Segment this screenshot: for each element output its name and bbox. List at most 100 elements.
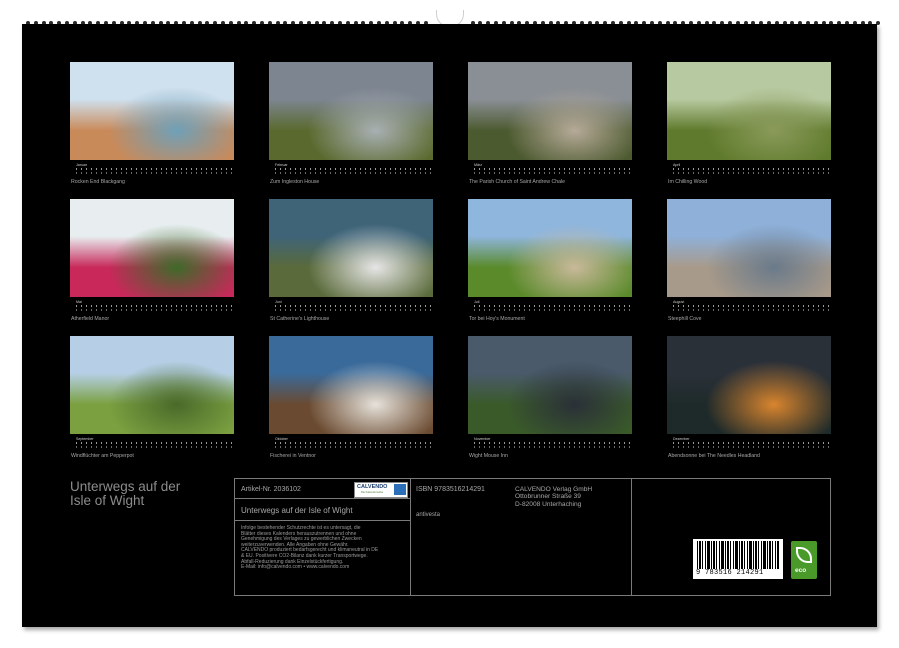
- day-number-row: [275, 309, 431, 311]
- weekday-row: [275, 442, 431, 444]
- month-tile: Februar Zum Ingleston House: [269, 62, 433, 185]
- month-caption: Tor bei Hoy's Monument: [468, 316, 632, 322]
- month-name: April: [673, 163, 680, 167]
- month-photo: [70, 62, 234, 160]
- day-number-row: [275, 172, 431, 174]
- weekday-row: [76, 442, 232, 444]
- eco-label: eco: [795, 567, 806, 574]
- divider: [235, 498, 410, 499]
- weekday-row: [76, 168, 232, 170]
- weekday-row: [275, 305, 431, 307]
- product-info-box: Artikel-Nr. 2036102 CALVENDO Die Kalende…: [234, 478, 831, 596]
- product-title: Unterwegs auf der Isle of Wight: [241, 506, 353, 515]
- isbn-barcode: 9 783516 214291: [693, 539, 783, 579]
- month-tile: Oktober Fischerei in Ventnor: [269, 336, 433, 459]
- month-tile: Dezember Abendsonne bei The Needles Headl…: [667, 336, 831, 459]
- calendar-title-line1: Unterwegs auf der: [70, 480, 220, 494]
- month-caption: Atherfield Manor: [70, 316, 234, 322]
- calvendo-logo: CALVENDO Die Kalendermarke: [354, 482, 408, 498]
- month-calendar-strip: Februar: [269, 163, 433, 177]
- day-number-row: [76, 446, 232, 448]
- author-name: antivesta: [416, 512, 440, 518]
- calendar-title: Unterwegs auf der Isle of Wight: [70, 480, 220, 508]
- month-calendar-strip: Juli: [468, 300, 632, 314]
- month-caption: Rocken End Blackgang: [70, 179, 234, 185]
- legal-text: Infolge bestehender Schutzrechte ist es …: [241, 526, 378, 571]
- month-calendar-strip: April: [667, 163, 831, 177]
- calendar-back-page: Januar Rocken End Blackgang Februar Zum Ing…: [22, 24, 877, 627]
- month-name: September: [76, 437, 94, 441]
- month-calendar-strip: Juni: [269, 300, 433, 314]
- month-caption: Fischerei in Ventnor: [269, 453, 433, 459]
- month-name: Mai: [76, 300, 82, 304]
- month-caption: The Parish Church of Saint Andrew Chale: [468, 179, 632, 185]
- barcode-icon: [697, 541, 779, 569]
- month-name: Juni: [275, 300, 282, 304]
- article-number: Artikel-Nr. 2036102: [241, 486, 301, 493]
- month-caption: Zum Ingleston House: [269, 179, 433, 185]
- eco-badge: eco: [791, 541, 817, 579]
- day-number-row: [673, 309, 829, 311]
- month-caption: Abendsonne bei The Needles Headland: [667, 453, 831, 459]
- weekday-row: [673, 305, 829, 307]
- month-tile: November Wight Mouse Inn: [468, 336, 632, 459]
- month-calendar-strip: August: [667, 300, 831, 314]
- divider: [410, 479, 411, 595]
- month-photo: [667, 199, 831, 297]
- month-calendar-strip: Oktober: [269, 437, 433, 451]
- month-tile: Mai Atherfield Manor: [70, 199, 234, 322]
- weekday-row: [474, 168, 630, 170]
- month-caption: Im Chilling Wood: [667, 179, 831, 185]
- day-number-row: [76, 172, 232, 174]
- month-calendar-strip: Januar: [70, 163, 234, 177]
- weekday-row: [673, 442, 829, 444]
- month-photo: [468, 62, 632, 160]
- month-photo: [269, 62, 433, 160]
- leaf-icon: [796, 547, 812, 563]
- month-caption: Wight Mouse Inn: [468, 453, 632, 459]
- legal-line: E-Mail: info@calvendo.com • www.calvendo…: [241, 565, 378, 571]
- month-calendar-strip: Mai: [70, 300, 234, 314]
- month-name: März: [474, 163, 482, 167]
- day-number-row: [673, 446, 829, 448]
- calvendo-logo-subtitle: Die Kalendermarke: [361, 491, 383, 494]
- month-tile: März The Parish Church of Saint Andrew Ch…: [468, 62, 632, 185]
- publisher-line: Ottobrunner Straße 39: [515, 493, 592, 500]
- barcode-number: 9 783516 214291: [696, 569, 764, 577]
- month-name: Dezember: [673, 437, 690, 441]
- month-name: Oktober: [275, 437, 288, 441]
- publisher-address: CALVENDO Verlag GmbHOttobrunner Straße 3…: [515, 486, 592, 508]
- weekday-row: [76, 305, 232, 307]
- month-photo: [468, 336, 632, 434]
- month-name: November: [474, 437, 491, 441]
- day-number-row: [275, 446, 431, 448]
- weekday-row: [275, 168, 431, 170]
- month-photo: [70, 336, 234, 434]
- month-photo: [468, 199, 632, 297]
- month-tile: SeptemberWindflüchter am Pepperpot: [70, 336, 234, 459]
- month-photo: [269, 199, 433, 297]
- divider: [631, 479, 632, 595]
- weekday-row: [474, 442, 630, 444]
- month-name: August: [673, 300, 684, 304]
- weekday-row: [673, 168, 829, 170]
- month-name: Juli: [474, 300, 479, 304]
- publisher-line: D-82008 Unterhaching: [515, 501, 592, 508]
- month-name: Februar: [275, 163, 288, 167]
- month-photo: [269, 336, 433, 434]
- month-calendar-strip: September: [70, 437, 234, 451]
- calendar-icon: [394, 484, 406, 495]
- calvendo-logo-text: CALVENDO: [357, 484, 387, 490]
- month-tile: Januar Rocken End Blackgang: [70, 62, 234, 185]
- day-number-row: [673, 172, 829, 174]
- month-tile: AugustSteephill Cove: [667, 199, 831, 322]
- month-photo: [667, 62, 831, 160]
- publisher-line: CALVENDO Verlag GmbH: [515, 486, 592, 493]
- month-calendar-strip: November: [468, 437, 632, 451]
- month-tile: Juli Tor bei Hoy's Monument: [468, 199, 632, 322]
- day-number-row: [474, 309, 630, 311]
- calendar-title-line2: Isle of Wight: [70, 494, 220, 508]
- month-calendar-strip: März: [468, 163, 632, 177]
- month-photo: [70, 199, 234, 297]
- month-caption: St Catherine's Lighthouse: [269, 316, 433, 322]
